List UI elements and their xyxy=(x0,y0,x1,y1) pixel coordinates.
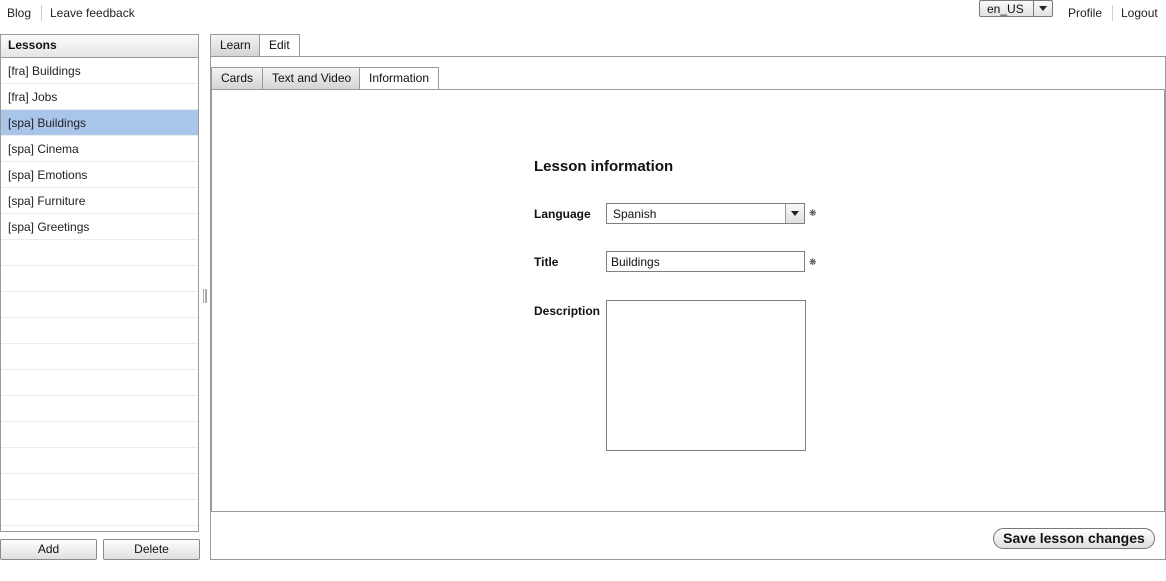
locale-select[interactable]: en_US xyxy=(979,0,1053,17)
top-navigation: Blog Leave feedback en_US Profile Logout xyxy=(0,0,1166,28)
title-label: Title xyxy=(534,255,559,269)
profile-link[interactable]: Profile xyxy=(1068,6,1102,20)
empty-row xyxy=(1,422,198,448)
empty-row xyxy=(1,292,198,318)
tab-text-and-video[interactable]: Text and Video xyxy=(262,67,362,89)
language-label: Language xyxy=(534,207,591,221)
form-title: Lesson information xyxy=(534,158,674,175)
tab-edit[interactable]: Edit xyxy=(259,34,300,57)
description-textarea[interactable] xyxy=(606,300,806,451)
nav-divider xyxy=(41,5,42,21)
lesson-item[interactable]: [spa] Cinema xyxy=(1,136,198,162)
lesson-item-selected[interactable]: [spa] Buildings xyxy=(1,110,198,136)
lesson-item[interactable]: [fra] Jobs xyxy=(1,84,198,110)
empty-row xyxy=(1,448,198,474)
lessons-header: Lessons xyxy=(1,35,198,58)
tab-learn[interactable]: Learn xyxy=(210,34,261,56)
empty-row xyxy=(1,396,198,422)
title-input[interactable] xyxy=(606,251,805,272)
empty-row xyxy=(1,500,198,526)
locale-value: en_US xyxy=(987,2,1024,16)
logout-link[interactable]: Logout xyxy=(1121,6,1158,20)
lesson-item[interactable]: [fra] Buildings xyxy=(1,58,198,84)
lesson-item[interactable]: [spa] Emotions xyxy=(1,162,198,188)
chevron-down-icon xyxy=(791,211,799,216)
required-marker-icon: ❋ xyxy=(809,257,817,267)
leave-feedback-link[interactable]: Leave feedback xyxy=(50,6,135,20)
lessons-panel: Lessons [fra] Buildings [fra] Jobs [spa]… xyxy=(0,34,199,532)
chevron-down-icon xyxy=(1039,6,1047,11)
empty-row xyxy=(1,474,198,500)
add-lesson-button[interactable]: Add xyxy=(0,539,97,560)
empty-row xyxy=(1,318,198,344)
panel-splitter-handle[interactable] xyxy=(203,289,207,303)
language-select[interactable]: Spanish xyxy=(606,203,805,224)
required-marker-icon: ❋ xyxy=(809,208,817,218)
language-dropdown-button[interactable] xyxy=(785,204,804,223)
delete-lesson-button[interactable]: Delete xyxy=(103,539,200,560)
empty-row xyxy=(1,240,198,266)
empty-row xyxy=(1,344,198,370)
nav-divider xyxy=(1112,5,1113,21)
lesson-item[interactable]: [spa] Furniture xyxy=(1,188,198,214)
save-lesson-changes-button[interactable]: Save lesson changes xyxy=(993,528,1155,549)
locale-dropdown-button[interactable] xyxy=(1033,1,1052,16)
empty-row xyxy=(1,266,198,292)
description-label: Description xyxy=(534,304,601,318)
tab-information[interactable]: Information xyxy=(359,67,440,90)
tab-cards[interactable]: Cards xyxy=(211,67,264,89)
blog-link[interactable]: Blog xyxy=(7,6,31,20)
lesson-item[interactable]: [spa] Greetings xyxy=(1,214,198,240)
language-value: Spanish xyxy=(613,207,657,221)
empty-row xyxy=(1,370,198,396)
